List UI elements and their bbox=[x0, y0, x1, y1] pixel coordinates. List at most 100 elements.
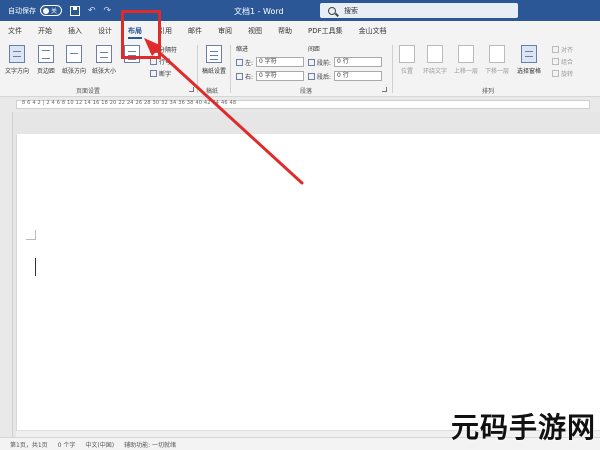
draft-group-label: 稿纸 bbox=[206, 88, 219, 95]
orientation-label: 纸张方向 bbox=[61, 68, 86, 75]
horizontal-ruler[interactable]: 8 6 4 2 | 2 4 6 8 10 12 14 16 18 20 22 2… bbox=[0, 97, 600, 112]
save-icon[interactable] bbox=[70, 5, 80, 16]
group-label: 组合 bbox=[561, 59, 574, 66]
status-word-count[interactable]: 0 个字 bbox=[58, 440, 76, 449]
search-label: 搜索 bbox=[344, 6, 358, 15]
draft-icon bbox=[206, 45, 222, 63]
watermark-text: 元码手游网 bbox=[450, 411, 596, 444]
rotate-button[interactable]: 旋转 bbox=[552, 69, 573, 78]
margins-label: 页边距 bbox=[36, 68, 55, 75]
indent-right-row: 右: 0 字符 bbox=[236, 71, 305, 81]
group-icon bbox=[552, 58, 559, 65]
spacing-before-label: 段前: bbox=[317, 59, 332, 67]
document-title: 文档1 - Word bbox=[234, 7, 284, 16]
toggle-knob bbox=[43, 7, 49, 14]
paragraph-group-label: 段落 bbox=[300, 88, 313, 95]
tab-kingsoft-docs[interactable]: 金山文档 bbox=[351, 21, 395, 41]
send-backward-icon bbox=[489, 45, 505, 63]
line-numbers-icon bbox=[150, 58, 157, 65]
group-button[interactable]: 组合 bbox=[552, 57, 573, 66]
spacing-after-label: 段后: bbox=[317, 73, 332, 81]
tab-mailings[interactable]: 邮件 bbox=[180, 21, 210, 41]
bring-forward-button[interactable]: 上移一层 bbox=[451, 45, 481, 75]
wrap-text-icon bbox=[427, 45, 443, 63]
autosave-label: 自动保存 bbox=[8, 6, 36, 15]
spacing-before-icon bbox=[308, 58, 315, 66]
redo-icon[interactable]: ↷ bbox=[104, 6, 112, 16]
document-area bbox=[0, 112, 600, 437]
tab-file[interactable]: 文件 bbox=[0, 21, 30, 41]
ruler-numbers: 8 6 4 2 | 2 4 6 8 10 12 14 16 18 20 22 2… bbox=[22, 100, 237, 106]
tab-insert[interactable]: 插入 bbox=[60, 21, 90, 41]
spacing-before-input[interactable]: 0 行 bbox=[334, 57, 383, 67]
indent-left-label: 左: bbox=[245, 59, 254, 67]
autosave-toggle[interactable]: 关 bbox=[40, 5, 62, 16]
annotation-highlight-box bbox=[121, 10, 161, 59]
tab-home[interactable]: 开始 bbox=[30, 21, 60, 41]
align-button[interactable]: 对齐 bbox=[552, 45, 573, 54]
search-box[interactable]: 搜索 bbox=[320, 3, 518, 18]
align-label: 对齐 bbox=[561, 47, 574, 54]
draft-settings-button[interactable]: 稿纸设置 bbox=[199, 45, 229, 75]
selection-pane-label: 选择窗格 bbox=[516, 68, 541, 75]
wrap-text-button[interactable]: 环绕文字 bbox=[420, 45, 450, 75]
group-divider bbox=[230, 45, 231, 93]
draft-settings-label: 稿纸设置 bbox=[201, 68, 226, 75]
autosave-state: 关 bbox=[51, 8, 58, 15]
align-icon bbox=[552, 46, 559, 53]
spacing-heading: 间距 bbox=[308, 46, 321, 53]
orientation-button[interactable]: 纸张方向 bbox=[59, 45, 89, 75]
rotate-icon bbox=[552, 70, 559, 77]
text-direction-label: 文字方向 bbox=[4, 68, 29, 75]
spacing-after-input[interactable]: 0 行 bbox=[334, 71, 383, 81]
status-accessibility[interactable]: 辅助功能: 一切就绪 bbox=[124, 440, 176, 449]
arrange-group-label: 排列 bbox=[482, 88, 495, 95]
position-label: 位置 bbox=[400, 68, 413, 75]
spacing-after-row: 段后: 0 行 bbox=[308, 71, 383, 81]
indent-left-input[interactable]: 0 字符 bbox=[256, 57, 305, 67]
status-language[interactable]: 中文(中国) bbox=[85, 440, 114, 449]
selection-pane-button[interactable]: 选择窗格 bbox=[514, 45, 544, 75]
bring-forward-icon bbox=[458, 45, 474, 63]
search-icon bbox=[328, 6, 336, 15]
indent-left-icon bbox=[236, 58, 243, 66]
text-direction-button[interactable]: 文字方向 bbox=[2, 45, 32, 75]
page-setup-launcher-icon[interactable] bbox=[189, 87, 194, 92]
text-direction-icon bbox=[9, 45, 25, 63]
size-button[interactable]: 纸张大小 bbox=[89, 45, 119, 75]
send-backward-label: 下移一层 bbox=[484, 68, 509, 75]
ribbon-layout: 文字方向 页边距 纸张方向 纸张大小 分隔符 行号 断字 页面设置 稿纸设置 稿… bbox=[0, 41, 600, 97]
tab-help[interactable]: 帮助 bbox=[270, 21, 300, 41]
send-backward-button[interactable]: 下移一层 bbox=[482, 45, 512, 75]
hyphenation-label: 断字 bbox=[159, 71, 172, 78]
wrap-text-label: 环绕文字 bbox=[422, 68, 447, 75]
status-page[interactable]: 第1页，共1页 bbox=[10, 440, 48, 449]
paragraph-launcher-icon[interactable] bbox=[382, 87, 387, 92]
undo-icon[interactable]: ↶ bbox=[88, 6, 96, 16]
position-icon bbox=[399, 45, 415, 63]
title-bar: 自动保存 关 ↶ ↷ ⌄ 文档1 - Word 搜索 bbox=[0, 0, 600, 21]
breaks-label: 分隔符 bbox=[159, 47, 178, 54]
tab-pdf-tools[interactable]: PDF工具集 bbox=[300, 21, 351, 41]
text-cursor bbox=[35, 258, 36, 276]
indent-right-input[interactable]: 0 字符 bbox=[256, 71, 305, 81]
hyphenation-button[interactable]: 断字 bbox=[150, 69, 171, 78]
group-divider bbox=[197, 45, 198, 93]
document-page[interactable] bbox=[16, 134, 600, 437]
tab-design[interactable]: 设计 bbox=[90, 21, 120, 41]
hyphenation-icon bbox=[150, 70, 157, 77]
size-label: 纸张大小 bbox=[91, 68, 116, 75]
spacing-after-icon bbox=[308, 72, 315, 80]
tab-review[interactable]: 审阅 bbox=[210, 21, 240, 41]
margin-corner-mark bbox=[26, 230, 36, 240]
margins-button[interactable]: 页边距 bbox=[31, 45, 61, 75]
selection-pane-icon bbox=[521, 45, 537, 63]
tab-view[interactable]: 视图 bbox=[240, 21, 270, 41]
size-icon bbox=[96, 45, 112, 63]
indent-heading: 缩进 bbox=[236, 46, 249, 53]
vertical-ruler[interactable] bbox=[0, 112, 13, 437]
indent-left-row: 左: 0 字符 bbox=[236, 57, 305, 67]
ribbon-tabs: 文件 开始 插入 设计 布局 引用 邮件 审阅 视图 帮助 PDF工具集 金山文… bbox=[0, 21, 600, 41]
position-button[interactable]: 位置 bbox=[392, 45, 422, 75]
margins-icon bbox=[38, 45, 54, 63]
